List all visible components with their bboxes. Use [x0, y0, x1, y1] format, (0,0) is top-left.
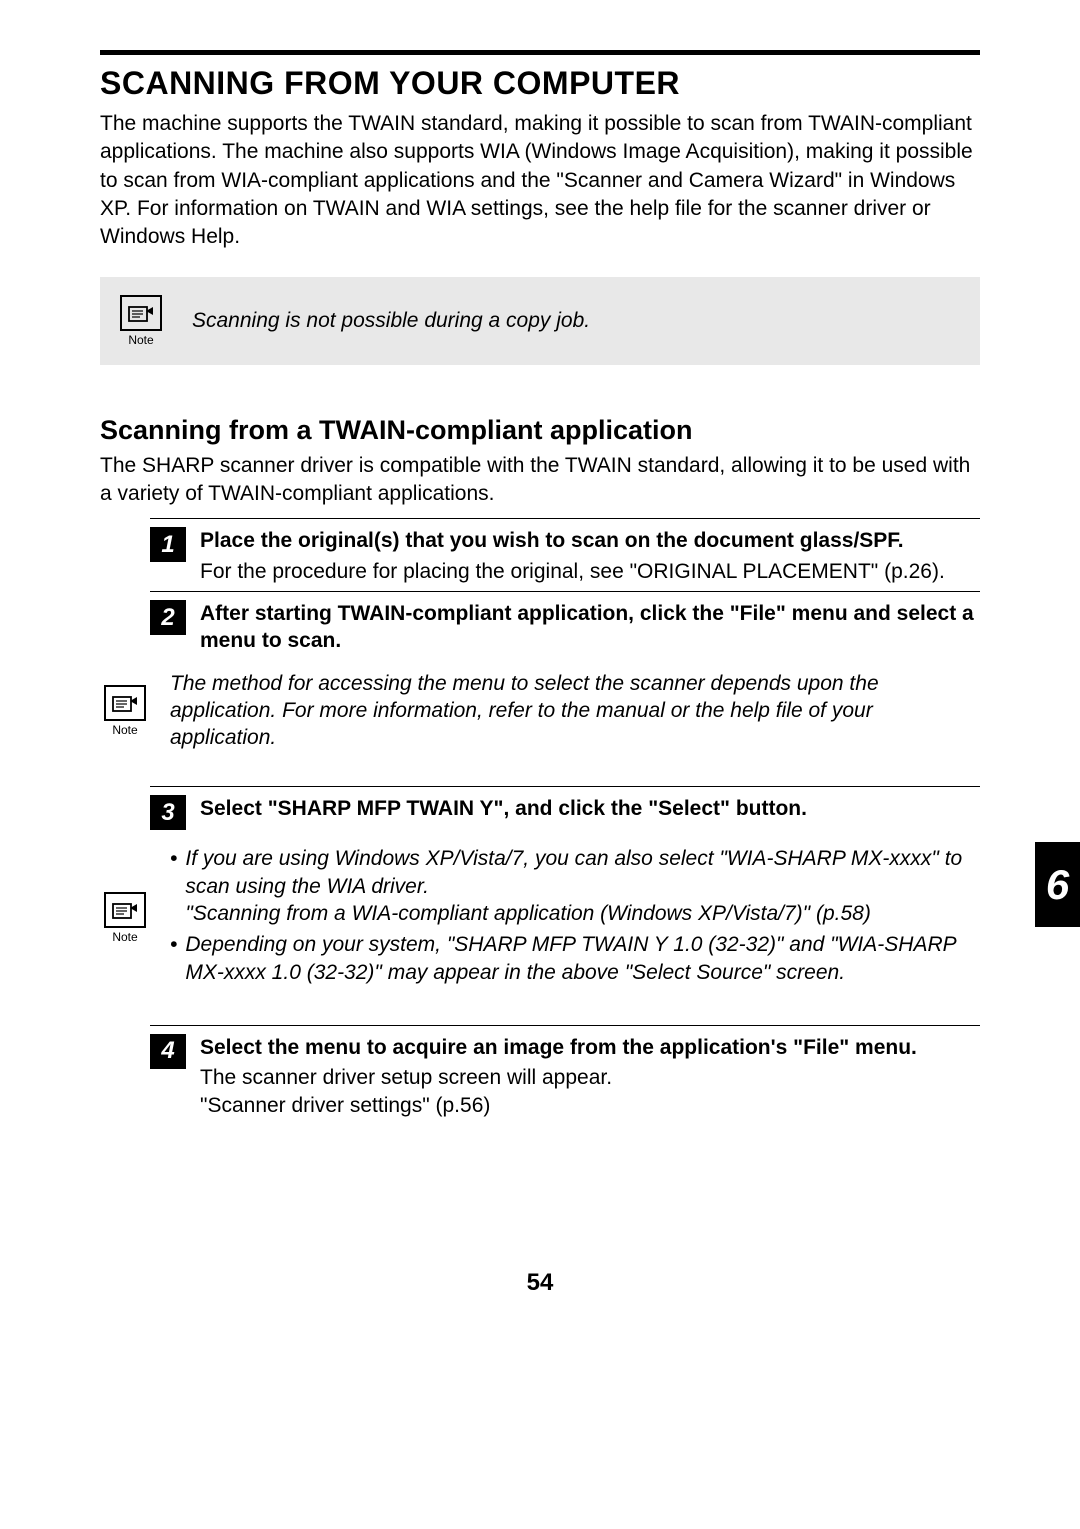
note-inline-2: Note The method for accessing the menu t… — [100, 670, 980, 762]
step-title-1: Place the original(s) that you wish to s… — [200, 527, 980, 554]
chapter-tab: 6 — [1035, 842, 1080, 927]
step-desc-4b: "Scanner driver settings" (p.56) — [200, 1092, 980, 1119]
step-title-4: Select the menu to acquire an image from… — [200, 1034, 980, 1061]
note-icon — [120, 295, 162, 331]
step-4: 4 Select the menu to acquire an image fr… — [150, 1025, 980, 1119]
step-desc-4a: The scanner driver setup screen will app… — [200, 1064, 980, 1091]
step-1: 1 Place the original(s) that you wish to… — [150, 518, 980, 585]
step-number-2: 2 — [150, 600, 186, 635]
note3-bullet-1: • If you are using Windows XP/Vista/7, y… — [170, 845, 980, 927]
note-label: Note — [128, 333, 153, 347]
step-number-1: 1 — [150, 527, 186, 562]
step-2: 2 After starting TWAIN-compliant applica… — [150, 591, 980, 655]
note3-bullet-2: • Depending on your system, "SHARP MFP T… — [170, 931, 980, 986]
step-title-3: Select "SHARP MFP TWAIN Y", and click th… — [200, 795, 980, 822]
note-label: Note — [112, 723, 137, 737]
step-desc-1: For the procedure for placing the origin… — [200, 558, 980, 585]
intro-text: The machine supports the TWAIN standard,… — [100, 110, 980, 252]
note-text-1: Scanning is not possible during a copy j… — [192, 309, 590, 333]
step-3: 3 Select "SHARP MFP TWAIN Y", and click … — [150, 786, 980, 830]
note-icon — [104, 685, 146, 721]
step-title-2: After starting TWAIN-compliant applicati… — [200, 600, 980, 655]
note-icon — [104, 892, 146, 928]
sub-intro-text: The SHARP scanner driver is compatible w… — [100, 452, 980, 509]
note-text-2: The method for accessing the menu to sel… — [170, 670, 980, 752]
step-number-4: 4 — [150, 1034, 186, 1069]
main-heading: SCANNING FROM YOUR COMPUTER — [100, 65, 980, 102]
note-box-1: Note Scanning is not possible during a c… — [100, 277, 980, 365]
note-inline-3: Note • If you are using Windows XP/Vista… — [100, 845, 980, 999]
step-number-3: 3 — [150, 795, 186, 830]
sub-heading: Scanning from a TWAIN-compliant applicat… — [100, 415, 980, 446]
page-number: 54 — [100, 1269, 980, 1297]
note-label: Note — [112, 930, 137, 944]
